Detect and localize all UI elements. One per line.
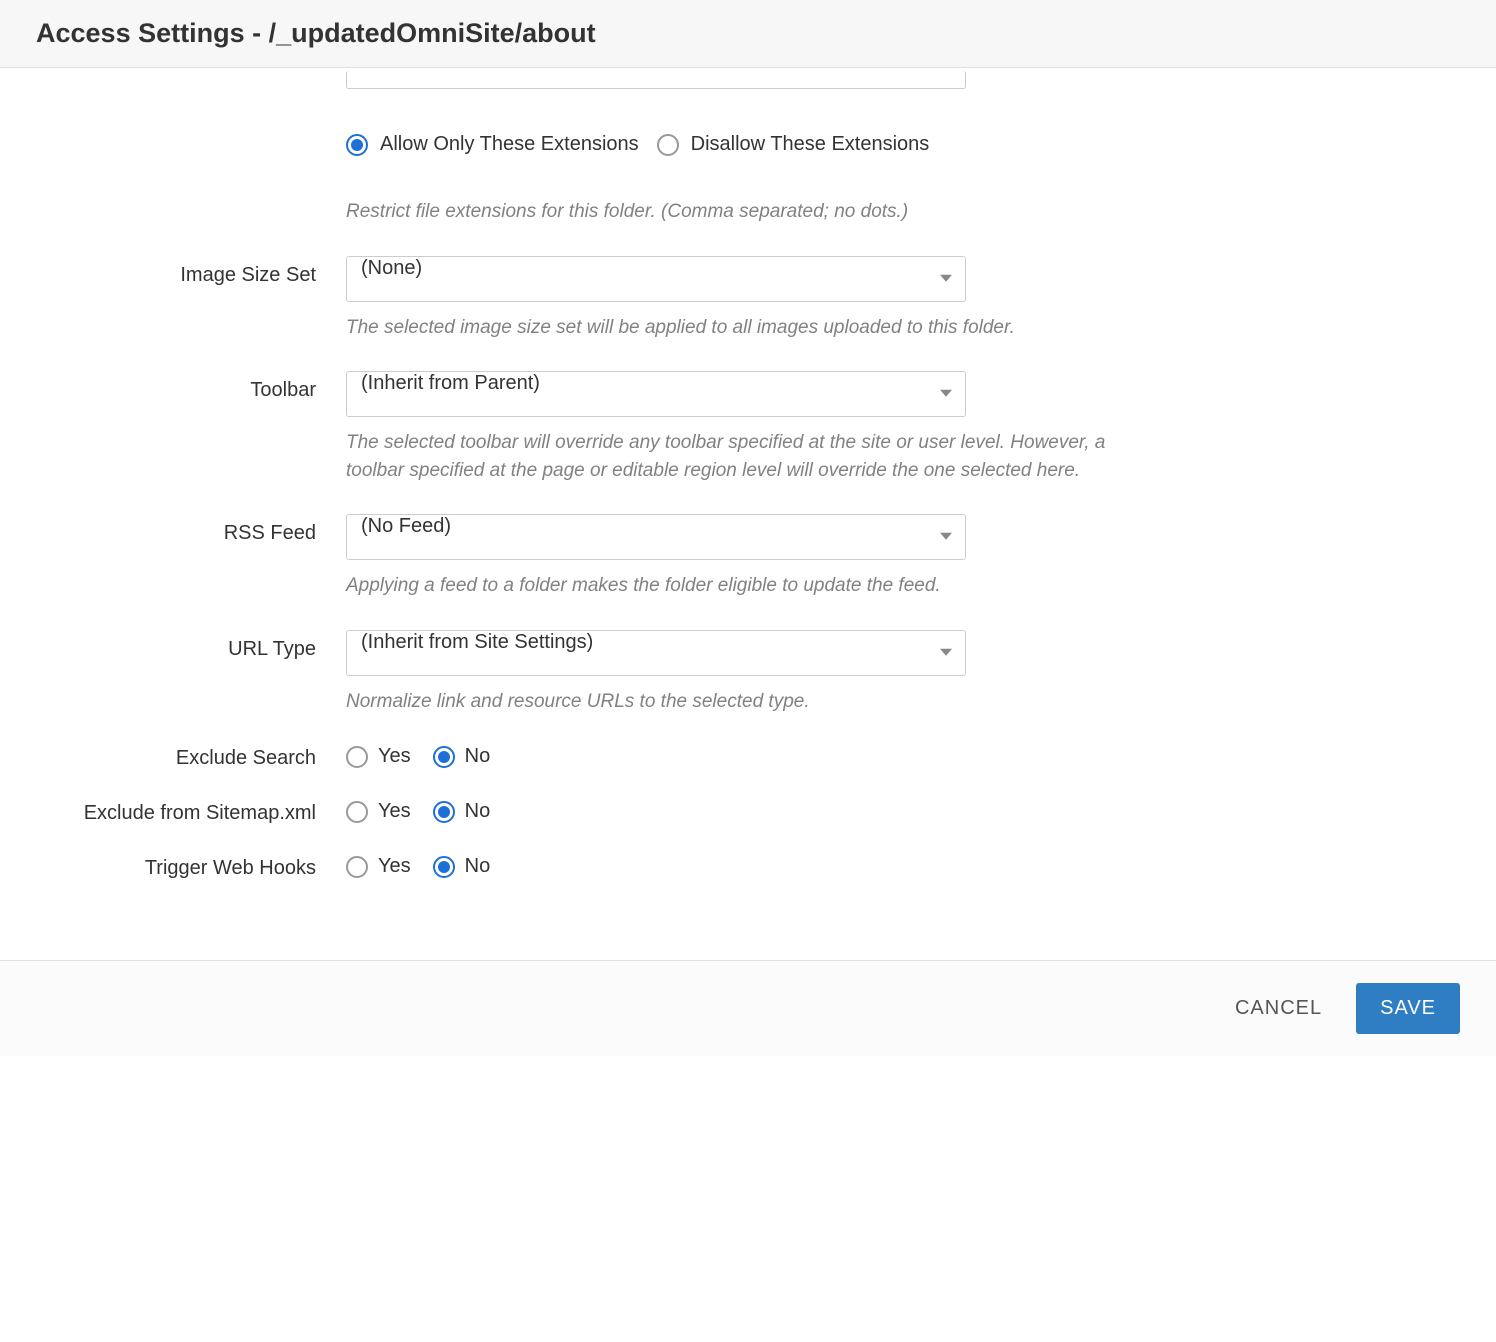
toolbar-label: Toolbar (36, 371, 346, 402)
allow-extensions-radio[interactable]: Allow Only These Extensions (346, 133, 639, 156)
exclude-search-no[interactable]: No (433, 745, 491, 768)
radio-icon (346, 746, 368, 768)
exclude-sitemap-no[interactable]: No (433, 800, 491, 823)
rss-feed-help: Applying a feed to a folder makes the fo… (346, 572, 1126, 600)
image-size-set-select[interactable]: (None) (346, 256, 966, 302)
form-body: Allow Only These Extensions Disallow The… (0, 68, 1496, 916)
url-type-value: (Inherit from Site Settings) (346, 630, 966, 676)
cancel-button[interactable]: CANCEL (1229, 987, 1328, 1030)
radio-icon (433, 746, 455, 768)
url-type-label: URL Type (36, 630, 346, 661)
extensions-help-text: Restrict file extensions for this folder… (36, 198, 1460, 226)
exclude-sitemap-label: Exclude from Sitemap.xml (36, 800, 346, 825)
extensions-input-row (36, 68, 1460, 91)
trigger-web-hooks-no[interactable]: No (433, 855, 491, 878)
radio-icon (346, 856, 368, 878)
radio-icon (433, 801, 455, 823)
trigger-web-hooks-group: Yes No (346, 855, 1126, 878)
exclude-search-label: Exclude Search (36, 745, 346, 770)
extensions-mode-group: Allow Only These Extensions Disallow The… (36, 133, 1460, 156)
exclude-sitemap-group: Yes No (346, 800, 1126, 823)
exclude-search-group: Yes No (346, 745, 1126, 768)
allow-extensions-label: Allow Only These Extensions (380, 133, 639, 156)
toolbar-help: The selected toolbar will override any t… (346, 429, 1126, 484)
trigger-web-hooks-yes[interactable]: Yes (346, 855, 411, 878)
toolbar-select[interactable]: (Inherit from Parent) (346, 371, 966, 417)
image-size-set-value: (None) (346, 256, 966, 302)
radio-icon (433, 856, 455, 878)
exclude-search-row: Exclude Search Yes No (36, 745, 1460, 770)
disallow-extensions-radio[interactable]: Disallow These Extensions (657, 133, 930, 156)
exclude-search-yes[interactable]: Yes (346, 745, 411, 768)
radio-icon (346, 801, 368, 823)
image-size-set-help: The selected image size set will be appl… (346, 314, 1126, 342)
url-type-help: Normalize link and resource URLs to the … (346, 688, 1126, 716)
dialog-footer: CANCEL SAVE (0, 960, 1496, 1056)
url-type-select[interactable]: (Inherit from Site Settings) (346, 630, 966, 676)
image-size-set-label: Image Size Set (36, 256, 346, 287)
dialog-header: Access Settings - /_updatedOmniSite/abou… (0, 0, 1496, 68)
save-button[interactable]: SAVE (1356, 983, 1460, 1034)
rss-feed-value: (No Feed) (346, 514, 966, 560)
rss-feed-row: RSS Feed (No Feed) Applying a feed to a … (36, 514, 1460, 600)
exclude-sitemap-yes[interactable]: Yes (346, 800, 411, 823)
disallow-extensions-label: Disallow These Extensions (691, 133, 930, 156)
radio-icon (346, 134, 368, 156)
trigger-web-hooks-label: Trigger Web Hooks (36, 855, 346, 880)
exclude-sitemap-row: Exclude from Sitemap.xml Yes No (36, 800, 1460, 825)
trigger-web-hooks-row: Trigger Web Hooks Yes No (36, 855, 1460, 880)
toolbar-row: Toolbar (Inherit from Parent) The select… (36, 371, 1460, 484)
image-size-set-row: Image Size Set (None) The selected image… (36, 256, 1460, 342)
file-extensions-input[interactable] (346, 71, 966, 89)
page-title: Access Settings - /_updatedOmniSite/abou… (36, 18, 1460, 49)
toolbar-value: (Inherit from Parent) (346, 371, 966, 417)
radio-icon (657, 134, 679, 156)
rss-feed-select[interactable]: (No Feed) (346, 514, 966, 560)
url-type-row: URL Type (Inherit from Site Settings) No… (36, 630, 1460, 716)
rss-feed-label: RSS Feed (36, 514, 346, 545)
